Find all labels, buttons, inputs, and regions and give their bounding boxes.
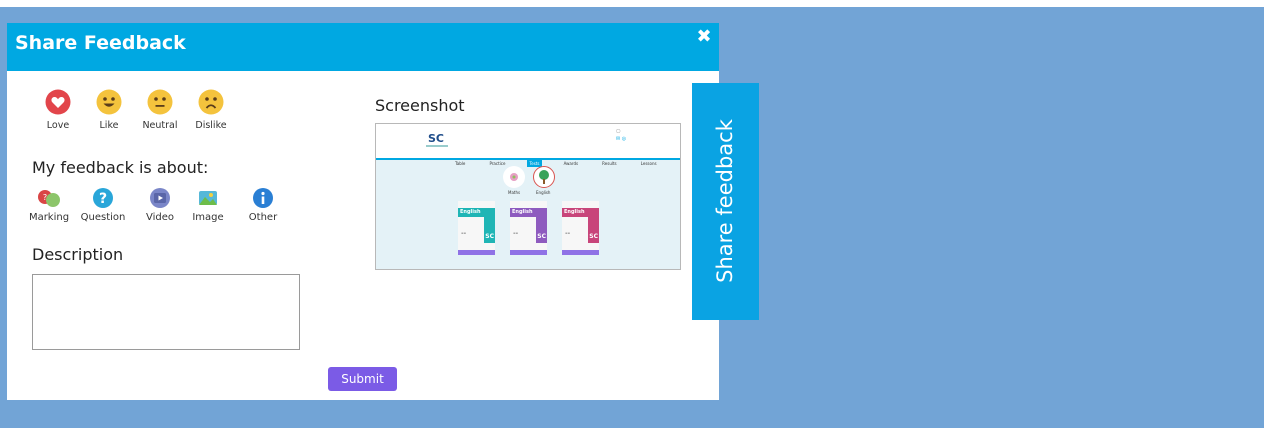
reaction-love[interactable]: Love	[33, 89, 83, 131]
svg-text:?: ?	[99, 191, 107, 207]
topic-label: Video	[145, 212, 175, 223]
question-icon: ?	[93, 188, 113, 208]
thumb-nav-item: Results	[602, 161, 617, 166]
topic-label: Question	[80, 212, 126, 223]
share-feedback-tab-label: Share feedback	[713, 119, 737, 283]
tree-icon	[539, 170, 549, 184]
modal-title: Share Feedback	[15, 32, 186, 54]
description-textarea[interactable]	[32, 274, 300, 350]
image-icon	[199, 191, 217, 205]
thumb-book-title: English	[460, 209, 481, 215]
thumb-subject-maths	[503, 166, 525, 188]
share-feedback-modal: Share Feedback ✖ Love Like Neutral Disli…	[7, 23, 719, 400]
thumb-header-icons: ✉ ◎	[616, 136, 627, 142]
thumb-nav: Table Practice Tests Awards Results Less…	[452, 150, 673, 167]
smile-emoji-icon	[96, 89, 122, 115]
description-heading: Description	[32, 245, 124, 264]
reaction-like[interactable]: Like	[84, 89, 134, 131]
thumb-book-button	[510, 250, 547, 255]
thumb-book-logo: SC	[485, 233, 494, 240]
thumb-book-button	[562, 250, 599, 255]
thumb-logo-underline	[426, 145, 448, 147]
heart-icon	[45, 89, 71, 115]
thumb-book: English SC ≡≡	[562, 201, 599, 255]
topic-video[interactable]: Video	[135, 187, 185, 223]
thumb-subject-label: English	[536, 190, 551, 195]
thumb-header: SC ◯ ✉ ◎ Table Practice Tests Awards Res…	[376, 124, 680, 167]
flower-icon	[510, 173, 518, 181]
thumb-nav-item: Lessons	[640, 161, 657, 166]
frown-emoji-icon	[198, 89, 224, 115]
thumb-book-title: English	[564, 209, 585, 215]
screenshot-heading: Screenshot	[375, 96, 465, 115]
neutral-emoji-icon	[147, 89, 173, 115]
thumb-book-button	[458, 250, 495, 255]
topic-label: Image	[192, 212, 224, 223]
thumb-book-text: ≡≡	[461, 231, 467, 235]
thumb-book-text: ≡≡	[565, 231, 571, 235]
info-icon	[253, 188, 273, 208]
thumb-book-logo: SC	[589, 233, 598, 240]
topic-other[interactable]: Other	[238, 187, 288, 223]
thumb-book: English SC ≡≡	[510, 201, 547, 255]
modal-header: Share Feedback ✖	[7, 23, 719, 71]
reaction-label: Love	[46, 120, 70, 131]
screenshot-thumbnail[interactable]: SC ◯ ✉ ◎ Table Practice Tests Awards Res…	[375, 123, 681, 270]
thumb-nav-item: Awards	[563, 161, 579, 166]
thumb-book-title: English	[512, 209, 533, 215]
reaction-label: Neutral	[142, 120, 178, 131]
reaction-label: Like	[99, 120, 119, 131]
reaction-dislike[interactable]: Dislike	[186, 89, 236, 131]
topic-question[interactable]: ? Question	[78, 187, 128, 223]
thumb-book-logo: SC	[537, 233, 546, 240]
topic-label: Marking	[28, 212, 70, 223]
thumb-book-text: ≡≡	[513, 231, 519, 235]
close-icon[interactable]: ✖	[695, 28, 713, 46]
share-feedback-tab[interactable]: Share feedback	[692, 83, 759, 320]
reaction-label: Dislike	[195, 120, 227, 131]
topic-label: Other	[248, 212, 278, 223]
feedback-about-heading: My feedback is about:	[32, 158, 209, 177]
reaction-neutral[interactable]: Neutral	[135, 89, 185, 131]
video-icon	[150, 188, 170, 208]
marking-icon: ?	[38, 190, 60, 207]
thumb-logo: SC	[428, 132, 444, 145]
submit-button[interactable]: Submit	[328, 367, 397, 391]
thumb-subject-english	[533, 166, 555, 188]
thumb-user-icon: ◯	[616, 128, 621, 133]
topic-image[interactable]: Image	[183, 187, 233, 223]
thumb-book: English SC ≡≡	[458, 201, 495, 255]
topic-marking[interactable]: ? Marking	[24, 187, 74, 223]
thumb-nav-item: Table	[455, 161, 466, 166]
thumb-subject-label: Maths	[508, 190, 521, 195]
